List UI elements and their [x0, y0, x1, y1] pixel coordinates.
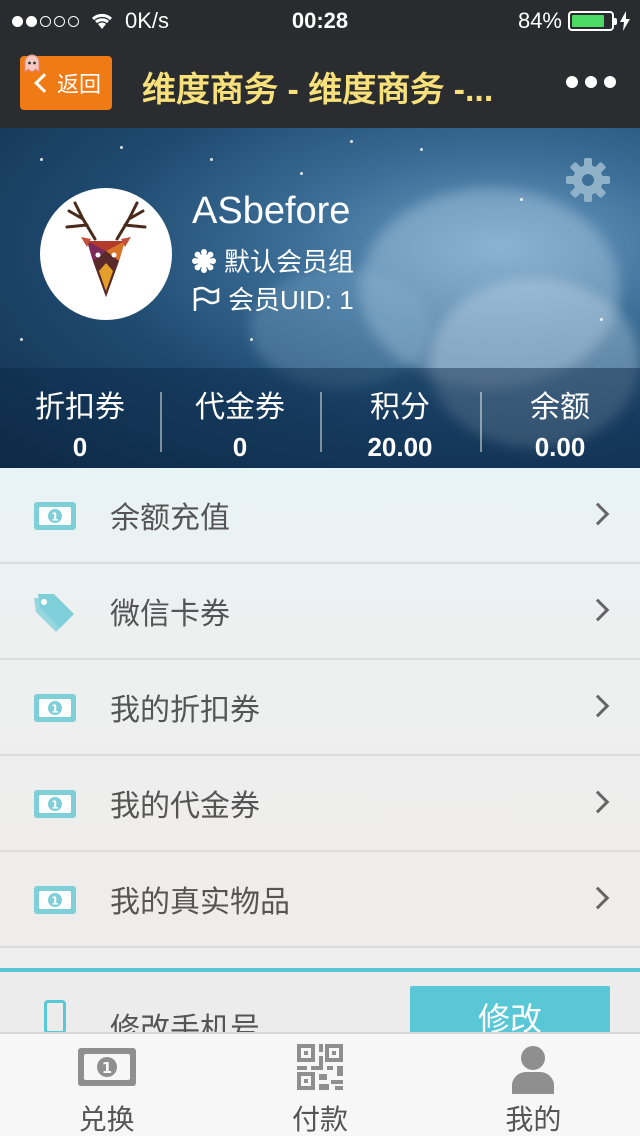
- member-uid: 会员UID: 1: [228, 285, 354, 315]
- money-icon: 1: [34, 694, 76, 722]
- svg-text:1: 1: [51, 895, 59, 908]
- menu-item-my-cash-coupons[interactable]: 1 我的代金券: [0, 756, 640, 852]
- more-button[interactable]: [566, 76, 616, 88]
- avatar[interactable]: [40, 188, 172, 320]
- tab-label: 我的: [505, 1104, 562, 1135]
- member-group: 默认会员组: [224, 247, 355, 277]
- username: ASbefore: [192, 190, 351, 232]
- profile-header: ASbefore 默认会员组 会员UID: 1 折扣券 0 代金券 0 积分 2…: [0, 128, 640, 468]
- stats-bar: 折扣券 0 代金券 0 积分 20.00 余额 0.00: [0, 368, 640, 468]
- section-divider: [0, 948, 640, 968]
- member-group-row: 默认会员组: [192, 242, 354, 279]
- money-icon: 1: [34, 790, 76, 818]
- money-icon: 1: [77, 1048, 136, 1086]
- charging-icon: [620, 11, 630, 31]
- stat-cash-coupon[interactable]: 代金券 0: [160, 368, 320, 468]
- battery-icon: [568, 11, 617, 31]
- menu-item-my-physical-items[interactable]: 1 我的真实物品: [0, 852, 640, 948]
- back-label: 返回: [56, 72, 101, 97]
- chevron-right-icon: [586, 694, 610, 718]
- menu-label: 微信卡券: [110, 598, 230, 631]
- stat-points[interactable]: 积分 20.00: [320, 368, 480, 468]
- chevron-right-icon: [586, 886, 610, 910]
- status-bar: 0K/s 00:28 84%: [0, 0, 640, 40]
- menu-item-my-discount-coupons[interactable]: 1 我的折扣券: [0, 660, 640, 756]
- page-title: 维度商务 - 维度商务 -...: [142, 71, 494, 109]
- svg-text:1: 1: [101, 1059, 111, 1077]
- money-icon: 1: [34, 886, 76, 914]
- change-phone-row: 修改手机号 修改: [0, 972, 640, 1046]
- tab-exchange[interactable]: 1 兑换: [0, 1034, 213, 1136]
- menu-list: 1 余额充值 微信卡券 1 我的折扣券 1 我的代金券 1 我的真实物品: [0, 468, 640, 948]
- flag-icon: [193, 286, 220, 311]
- svg-text:1: 1: [51, 703, 59, 716]
- deer-avatar-icon: [43, 191, 169, 317]
- status-right: 84%: [518, 8, 630, 34]
- settings-gear-icon[interactable]: [564, 156, 612, 204]
- stat-value: 20.00: [367, 432, 433, 462]
- mascot-icon: [24, 54, 40, 74]
- menu-label: 我的真实物品: [110, 886, 290, 919]
- stat-value: 0.00: [534, 432, 586, 462]
- menu-item-wechat-card[interactable]: 微信卡券: [0, 564, 640, 660]
- stat-value: 0: [72, 432, 88, 462]
- menu-item-balance-recharge[interactable]: 1 余额充值: [0, 468, 640, 564]
- stat-label: 折扣券: [35, 391, 125, 424]
- stat-balance[interactable]: 余额 0.00: [480, 368, 640, 468]
- stat-discount-coupon[interactable]: 折扣券 0: [0, 368, 160, 468]
- stat-label: 代金券: [195, 391, 285, 424]
- battery-fill: [572, 15, 604, 27]
- nav-bar: 返回 维度商务 - 维度商务 -...: [0, 40, 640, 128]
- svg-text:1: 1: [51, 511, 59, 524]
- money-icon: 1: [34, 502, 76, 530]
- tab-label: 付款: [291, 1104, 348, 1135]
- chevron-right-icon: [586, 790, 610, 814]
- chevron-right-icon: [586, 502, 610, 526]
- tag-icon: [34, 594, 74, 632]
- tab-pay[interactable]: 付款: [213, 1034, 426, 1136]
- stat-label: 余额: [530, 391, 590, 424]
- svg-text:1: 1: [51, 799, 59, 812]
- qrcode-icon: [296, 1044, 343, 1090]
- menu-label: 我的代金券: [110, 790, 260, 823]
- stat-value: 0: [232, 432, 248, 462]
- user-icon: [512, 1046, 555, 1094]
- chevron-left-icon: [34, 73, 54, 93]
- tab-label: 兑换: [78, 1104, 135, 1135]
- battery-percent: 84%: [517, 8, 562, 33]
- badge-icon: [192, 248, 216, 273]
- tab-mine[interactable]: 我的: [427, 1034, 640, 1136]
- stat-label: 积分: [370, 391, 430, 424]
- tab-bar: 1 兑换 付款 我的: [0, 1032, 640, 1136]
- menu-label: 余额充值: [110, 502, 230, 535]
- member-uid-row: 会员UID: 1: [192, 280, 354, 317]
- phone-icon: [44, 1000, 66, 1034]
- chevron-right-icon: [586, 598, 610, 622]
- menu-label: 我的折扣券: [110, 694, 260, 727]
